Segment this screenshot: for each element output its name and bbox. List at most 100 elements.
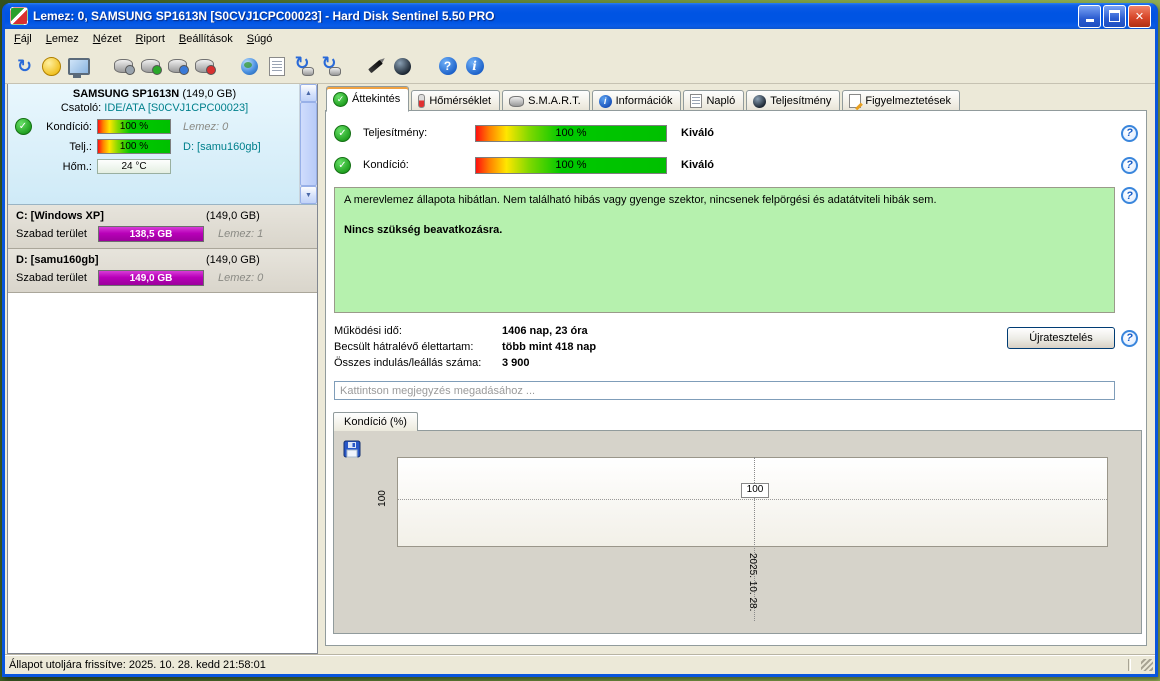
temperature-label: Hőm.: <box>62 160 92 173</box>
disk-accept-button[interactable] <box>164 53 191 80</box>
menu-beallitasok[interactable]: Beállítások <box>172 31 240 47</box>
temperature-value: 24 °C <box>121 161 147 172</box>
menu-sugo[interactable]: Súgó <box>240 31 280 47</box>
sidebar-scrollbar[interactable]: ▲ ▼ <box>299 84 317 204</box>
tab-label: Áttekintés <box>352 93 401 105</box>
help-icon: ? <box>438 57 457 75</box>
condition-gauge: 100 % <box>97 119 171 134</box>
online-button[interactable] <box>236 53 263 80</box>
condition-row-label: Kondíció: <box>363 159 409 171</box>
partition-name: C: [Windows XP] <box>16 210 104 222</box>
app-icon <box>10 7 28 25</box>
tab-label: Napló <box>706 95 736 107</box>
red-badge-icon <box>206 65 216 75</box>
save-chart-button[interactable] <box>341 438 363 460</box>
disk-interface: Csatoló: IDE/ATA [S0CVJ1CPC00023] <box>12 102 297 114</box>
performance-help-button[interactable]: ? <box>1121 124 1138 142</box>
marker-pen-icon <box>368 59 383 73</box>
free-space-bar: 138,5 GB <box>98 226 204 242</box>
disk-info-panel[interactable]: SAMSUNG SP1613N (149,0 GB) Csatoló: IDE/… <box>8 84 317 205</box>
maximize-button[interactable] <box>1103 4 1126 28</box>
help-button[interactable]: ? <box>434 53 461 80</box>
window-title: Lemez: 0, SAMSUNG SP1613N [S0CVJ1CPC0002… <box>33 9 495 23</box>
minimize-button[interactable] <box>1078 4 1101 28</box>
retest-button[interactable]: Újratesztelés <box>1007 327 1115 349</box>
maximize-icon <box>1109 10 1120 22</box>
menu-riport[interactable]: Riport <box>129 31 172 47</box>
report-button[interactable] <box>263 53 290 80</box>
disk-remove-button[interactable] <box>191 53 218 80</box>
menu-lemez[interactable]: Lemez <box>39 31 86 47</box>
titlebar[interactable]: Lemez: 0, SAMSUNG SP1613N [S0CVJ1CPC0002… <box>5 3 1155 29</box>
tab-naplo[interactable]: Napló <box>683 90 745 111</box>
condition-help-button[interactable]: ? <box>1121 156 1138 174</box>
partition-item-d[interactable]: D: [samu160gb] (149,0 GB) Szabad terület… <box>8 249 317 293</box>
stat-value: 3 900 <box>502 357 530 369</box>
green-badge-icon <box>152 65 162 75</box>
tab-figyelmeztetesek[interactable]: Figyelmeztetések <box>842 90 960 111</box>
free-space-label: Szabad terület <box>16 272 87 284</box>
stat-label: Összes indulás/leállás száma: <box>334 357 482 369</box>
status-help-button[interactable]: ? <box>1121 187 1138 204</box>
partition-item-c[interactable]: C: [Windows XP] (149,0 GB) Szabad terüle… <box>8 205 317 249</box>
tab-homerseklet[interactable]: Hőmérséklet <box>411 90 501 111</box>
comment-input[interactable] <box>334 381 1115 400</box>
info-circle-icon: i <box>598 94 612 108</box>
app-window: Lemez: 0, SAMSUNG SP1613N [S0CVJ1CPC0002… <box>2 3 1158 677</box>
close-button[interactable]: ✕ <box>1128 4 1151 28</box>
menu-nezet[interactable]: Nézet <box>86 31 129 47</box>
disk-size: (149,0 GB) <box>182 88 237 100</box>
performance-value: 100 % <box>119 141 149 152</box>
performance-sphere-icon <box>753 94 767 108</box>
window-controls: ✕ <box>1078 4 1151 28</box>
status-bar: Állapot utoljára frissítve: 2025. 10. 28… <box>5 654 1155 674</box>
report-page-icon <box>268 56 285 76</box>
chart-plot-area <box>397 457 1108 547</box>
tab-label: Információk <box>615 95 673 107</box>
tab-label: Figyelmeztetések <box>865 95 951 107</box>
retest-help-button[interactable]: ? <box>1121 329 1138 347</box>
performance-button[interactable] <box>389 53 416 80</box>
down-arrow-icon: ▼ <box>305 191 312 199</box>
condition-value: 100 % <box>119 121 149 132</box>
chart-tab-kondicio[interactable]: Kondíció (%) <box>333 412 418 431</box>
performance-ok-icon: ✓ <box>334 124 351 142</box>
condition-main-gauge: 100 % <box>475 156 667 174</box>
blue-badge-icon <box>179 65 189 75</box>
overview-content: ✓ Teljesítmény: 100 % Kiváló ? ✓ Kondíci… <box>325 110 1147 646</box>
tab-teljesitmeny[interactable]: Teljesítmény <box>746 90 841 111</box>
tab-label: Hőmérséklet <box>429 95 492 107</box>
tab-smart[interactable]: S.M.A.R.T. <box>502 90 590 111</box>
transfer-disk-icon: ↻ <box>321 54 341 76</box>
tab-attekintes[interactable]: ✓ Áttekintés <box>326 86 410 112</box>
y-axis-tick: 100 <box>376 490 388 507</box>
minimize-icon <box>1085 19 1094 22</box>
scroll-up-button[interactable]: ▲ <box>300 84 317 102</box>
disk-add-button[interactable] <box>137 53 164 80</box>
performance-rating: Kiváló <box>681 127 715 139</box>
chart-panel: 100 100 2025. 10. 28. <box>333 430 1142 634</box>
alert-page-icon <box>849 94 862 108</box>
performance-row-label: Teljesítmény: <box>363 127 428 139</box>
sync-button[interactable]: ↻ <box>290 53 317 80</box>
performance-main-gauge: 100 % <box>475 124 667 142</box>
tab-informaciok[interactable]: i Információk <box>591 90 682 111</box>
hard-disk-icon <box>168 59 189 75</box>
partition-name: D: [samu160gb] <box>16 254 99 266</box>
alarm-button[interactable] <box>38 53 65 80</box>
gridline-100 <box>398 499 1107 501</box>
menu-fajl[interactable]: Fájl <box>7 31 39 47</box>
transfer-button[interactable]: ↻ <box>317 53 344 80</box>
resize-grip[interactable] <box>1141 659 1153 671</box>
temperature-box: 24 °C <box>97 159 171 174</box>
surface-test-button[interactable] <box>362 53 389 80</box>
monitor-button[interactable] <box>65 53 92 80</box>
scroll-thumb[interactable] <box>300 102 317 186</box>
disk-name: SAMSUNG SP1613N <box>72 88 180 100</box>
tab-label: S.M.A.R.T. <box>528 95 581 107</box>
about-button[interactable]: i <box>461 53 488 80</box>
refresh-button[interactable]: ↻ <box>11 53 38 80</box>
scroll-down-button[interactable]: ▼ <box>300 186 317 204</box>
disk-detect-button[interactable] <box>110 53 137 80</box>
dark-sphere-icon <box>394 57 411 75</box>
